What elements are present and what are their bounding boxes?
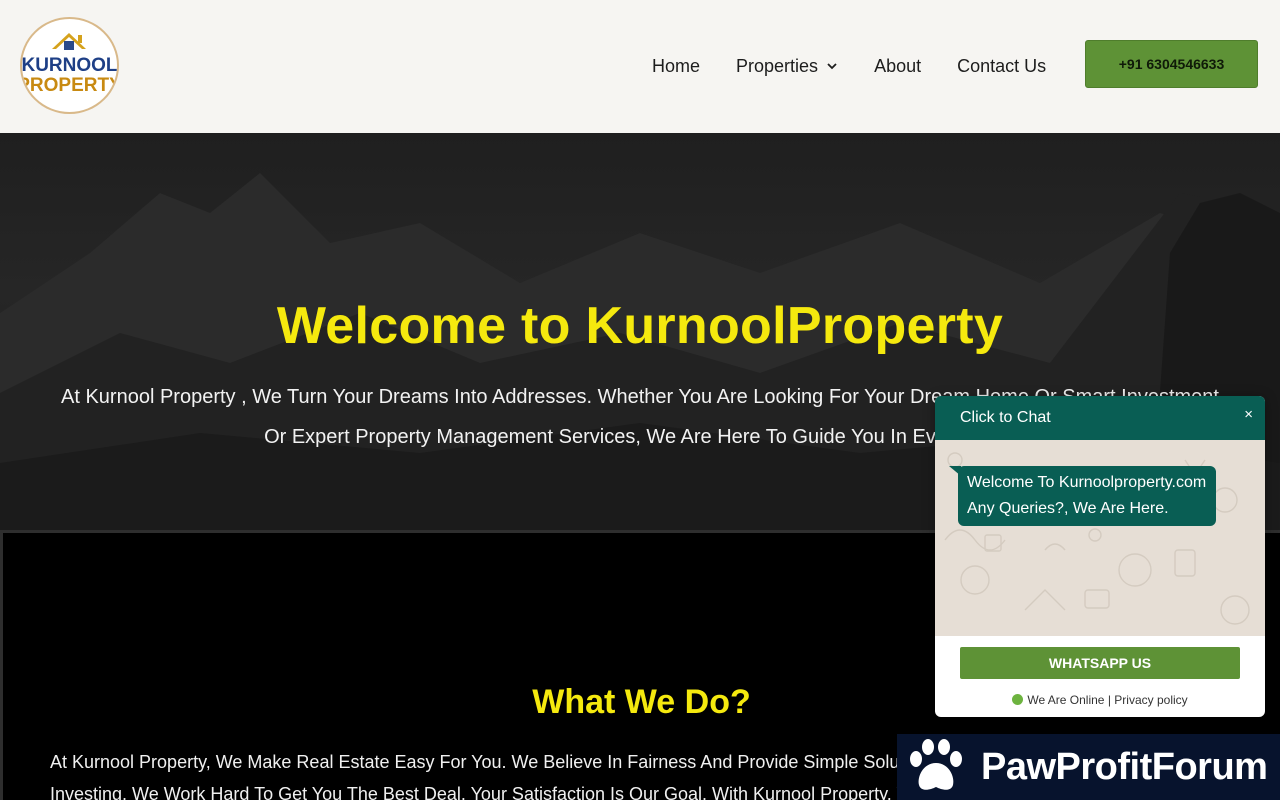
nav-contact-label: Contact Us <box>957 55 1047 76</box>
hero-title: Welcome to KurnoolProperty <box>276 297 1004 355</box>
footer-separator: | <box>1107 693 1111 707</box>
chat-header[interactable]: Click to Chat × <box>935 396 1265 440</box>
nav-about[interactable]: About <box>874 56 921 77</box>
main-nav: Home Properties About Contact Us <box>652 55 1046 77</box>
site-header: KURNOOL PROPERTY Home Properties About C… <box>0 0 1280 133</box>
nav-properties-label: Properties <box>736 55 819 76</box>
online-status-text: We Are Online <box>1027 693 1105 707</box>
logo-line-1: KURNOOL <box>22 55 117 76</box>
nav-home[interactable]: Home <box>652 56 700 77</box>
chat-message-line-1: Welcome To Kurnoolproperty.com <box>967 474 1207 491</box>
nav-about-label: About <box>874 55 922 76</box>
logo-line-2: PROPERTY <box>22 75 117 96</box>
close-icon[interactable]: × <box>1244 406 1253 423</box>
online-status-icon <box>1012 694 1024 705</box>
chat-message-line-2: Any Queries?, We Are Here. <box>967 500 1169 517</box>
chat-body: Welcome To Kurnoolproperty.com Any Queri… <box>935 440 1265 636</box>
chat-widget: Click to Chat × Welcome To Kurnoolproper… <box>935 396 1265 717</box>
chevron-down-icon <box>827 63 837 70</box>
whatsapp-button[interactable]: WHATSAPP US <box>960 647 1240 679</box>
pawprofitforum-banner[interactable]: PawProfitForum <box>897 734 1280 800</box>
chat-message-bubble: Welcome To Kurnoolproperty.com Any Queri… <box>958 466 1216 526</box>
nav-contact[interactable]: Contact Us <box>957 56 1046 77</box>
pawprofitforum-text: PawProfitForum <box>981 745 1268 788</box>
chat-header-title: Click to Chat <box>960 409 1051 426</box>
nav-properties[interactable]: Properties <box>736 56 838 77</box>
privacy-policy-link[interactable]: Privacy policy <box>1114 693 1187 707</box>
chat-footer: We Are Online | Privacy policy <box>935 693 1265 707</box>
phone-button[interactable]: +91 6304546633 <box>1085 40 1258 88</box>
nav-home-label: Home <box>652 55 701 76</box>
site-logo[interactable]: KURNOOL PROPERTY <box>20 17 119 114</box>
paw-icon <box>910 739 962 790</box>
